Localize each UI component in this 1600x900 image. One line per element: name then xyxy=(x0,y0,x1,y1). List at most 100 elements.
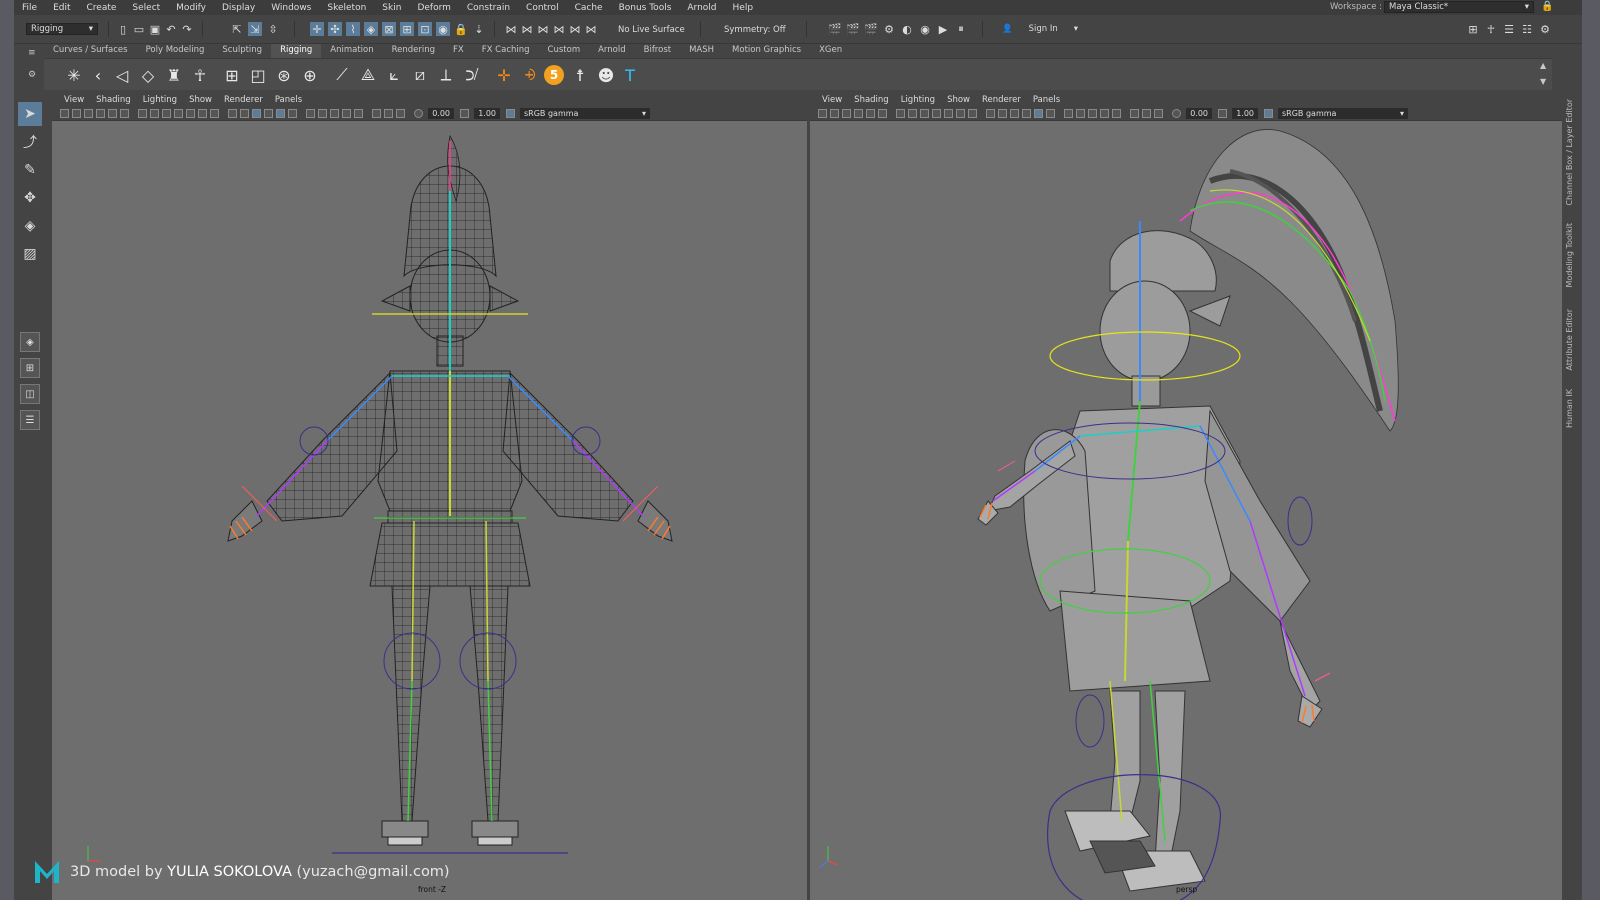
gamma-field[interactable]: 1.00 xyxy=(1232,108,1258,119)
textured-icon[interactable] xyxy=(264,109,273,118)
color-management-icon[interactable] xyxy=(1264,109,1273,118)
shadows-icon[interactable] xyxy=(1064,109,1073,118)
grid-toggle-icon[interactable] xyxy=(896,109,905,118)
vp-menu-view[interactable]: View xyxy=(816,95,848,105)
human-ik-icon[interactable]: ☥ xyxy=(190,65,210,85)
vp-menu-show[interactable]: Show xyxy=(941,95,976,105)
backface-culling-icon[interactable] xyxy=(1154,109,1163,118)
aim-constraint-icon[interactable]: ⟉ xyxy=(462,65,482,85)
motion-blur-icon[interactable] xyxy=(330,109,339,118)
lock-icon[interactable]: 🔒 xyxy=(1541,1,1553,12)
backface-culling-icon[interactable] xyxy=(396,109,405,118)
t-pose-icon[interactable]: T xyxy=(620,65,640,85)
exposure-field[interactable]: 0.00 xyxy=(428,108,454,119)
vp-menu-lighting[interactable]: Lighting xyxy=(137,95,183,105)
render-settings-icon[interactable]: ⚙ xyxy=(882,22,896,36)
camera-attributes-icon[interactable] xyxy=(72,109,81,118)
snap-grid-icon[interactable]: ⋈ xyxy=(504,22,518,36)
camera-select-icon[interactable] xyxy=(818,109,827,118)
shelf-scroll-down-icon[interactable]: ▼ xyxy=(1540,77,1546,86)
vp-menu-shading[interactable]: Shading xyxy=(90,95,137,105)
tab-curves-surfaces[interactable]: Curves / Surfaces xyxy=(44,44,137,58)
use-all-lights-icon[interactable] xyxy=(288,109,297,118)
gamma-field[interactable]: 1.00 xyxy=(474,108,500,119)
gate-mask-icon[interactable] xyxy=(932,109,941,118)
symmetry-label[interactable]: Symmetry: Off xyxy=(724,25,786,35)
select-hierarchy-icon[interactable]: ⇱ xyxy=(230,22,244,36)
menu-constrain[interactable]: Constrain xyxy=(459,3,518,13)
menu-create[interactable]: Create xyxy=(79,3,125,13)
tab-arnold[interactable]: Arnold xyxy=(589,44,635,58)
tab-attribute-editor[interactable]: Attribute Editor xyxy=(1565,309,1574,371)
tab-poly-modeling[interactable]: Poly Modeling xyxy=(137,44,214,58)
arnold-render-icon[interactable]: ◉ xyxy=(918,22,932,36)
character-skeleton-icon[interactable]: ☨ xyxy=(570,65,590,85)
exposure-icon[interactable] xyxy=(1172,109,1181,118)
menu-edit[interactable]: Edit xyxy=(45,3,78,13)
sign-in-button[interactable]: 👤 Sign In ▾ xyxy=(998,23,1082,35)
isolate-select-icon[interactable] xyxy=(372,109,381,118)
isolate-select-icon[interactable] xyxy=(1130,109,1139,118)
x-ray-icon[interactable] xyxy=(1034,109,1043,118)
tab-fx[interactable]: FX xyxy=(444,44,473,58)
mask-surfaces-icon[interactable]: ◈ xyxy=(364,22,378,36)
snap-view-plane-icon[interactable]: ⋈ xyxy=(568,22,582,36)
scale-constraint-icon[interactable]: ⟂ xyxy=(436,65,456,85)
gamma-icon[interactable] xyxy=(1218,109,1227,118)
menu-control[interactable]: Control xyxy=(518,3,567,13)
ik-spline-icon[interactable]: ◁ xyxy=(112,65,132,85)
hypershade-icon[interactable]: ◐ xyxy=(900,22,914,36)
menu-select[interactable]: Select xyxy=(124,3,168,13)
menu-skin[interactable]: Skin xyxy=(374,3,409,13)
bookmark-icon[interactable] xyxy=(84,109,93,118)
field-chart-icon[interactable] xyxy=(186,109,195,118)
two-pane-layout-icon[interactable]: ◫ xyxy=(20,384,40,404)
2d-pan-zoom-icon[interactable] xyxy=(120,109,129,118)
gate-mask-icon[interactable] xyxy=(174,109,183,118)
live-surface-label[interactable]: No Live Surface xyxy=(618,25,685,35)
shadows-icon[interactable] xyxy=(306,109,315,118)
snap-point-icon[interactable]: ⋈ xyxy=(536,22,550,36)
tab-rendering[interactable]: Rendering xyxy=(383,44,444,58)
depth-of-field-icon[interactable] xyxy=(354,109,363,118)
lock-selection-icon[interactable]: 🔒 xyxy=(454,22,468,36)
film-gate-icon[interactable] xyxy=(908,109,917,118)
bookmark-icon[interactable] xyxy=(842,109,851,118)
move-tool-icon[interactable]: ✥ xyxy=(18,186,42,210)
shelf-settings-icon[interactable]: ⚙ xyxy=(28,70,36,80)
tab-motion-graphics[interactable]: Motion Graphics xyxy=(723,44,810,58)
safe-action-icon[interactable] xyxy=(198,109,207,118)
shelf-menu-icon[interactable]: ≡ xyxy=(28,48,36,58)
x-ray-joints-icon[interactable] xyxy=(1142,109,1151,118)
field-chart-icon[interactable] xyxy=(944,109,953,118)
rotate-tool-icon[interactable]: ◈ xyxy=(18,214,42,238)
parent-constraint-icon[interactable]: ⟁ xyxy=(358,65,378,85)
highlight-selection-icon[interactable]: ⇣ xyxy=(472,22,486,36)
mask-joints-icon[interactable]: ✛ xyxy=(310,22,324,36)
outliner-layout-icon[interactable]: ☰ xyxy=(20,410,40,430)
lasso-tool-icon[interactable]: ⤴ xyxy=(18,130,42,154)
tab-channel-box[interactable]: Channel Box / Layer Editor xyxy=(1565,99,1574,206)
vp-menu-panels[interactable]: Panels xyxy=(269,95,308,105)
wireframe-on-shaded-icon[interactable] xyxy=(1010,109,1019,118)
menu-windows[interactable]: Windows xyxy=(263,3,319,13)
save-scene-icon[interactable]: ▣ xyxy=(148,22,162,36)
mask-handles-icon[interactable]: ✣ xyxy=(328,22,342,36)
vp-menu-renderer[interactable]: Renderer xyxy=(976,95,1027,105)
mask-deformers-icon[interactable]: ⊠ xyxy=(382,22,396,36)
undo-icon[interactable]: ↶ xyxy=(164,22,178,36)
tab-bifrost[interactable]: Bifrost xyxy=(635,44,680,58)
menu-deform[interactable]: Deform xyxy=(409,3,458,13)
snap-curve-icon[interactable]: ⋈ xyxy=(520,22,534,36)
character-controls-icon[interactable]: ☥ xyxy=(1484,22,1498,36)
grease-pencil-icon[interactable] xyxy=(866,109,875,118)
view-transform-dropdown[interactable]: sRGB gamma ▾ xyxy=(1278,108,1408,119)
vp-menu-view[interactable]: View xyxy=(58,95,90,105)
paint-select-tool-icon[interactable]: ✎ xyxy=(18,158,42,182)
safe-title-icon[interactable] xyxy=(968,109,977,118)
camera-select-icon[interactable] xyxy=(60,109,69,118)
orient-constraint-icon[interactable]: ⧄ xyxy=(410,65,430,85)
open-scene-icon[interactable]: ▭ xyxy=(132,22,146,36)
mask-curves-icon[interactable]: ⌇ xyxy=(346,22,360,36)
menu-help[interactable]: Help xyxy=(725,3,762,13)
